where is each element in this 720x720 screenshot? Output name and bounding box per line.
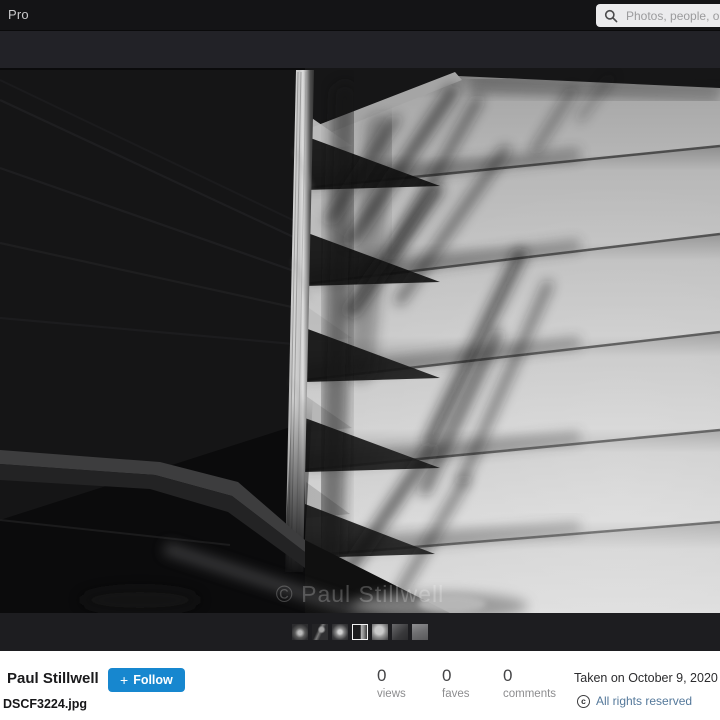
copyright-icon: c — [577, 695, 590, 708]
main-photo[interactable]: © Paul Stillwell — [0, 68, 720, 613]
stat-views: 0 views — [377, 666, 406, 700]
filmstrip-thumbnail-2[interactable] — [312, 624, 328, 640]
views-count: 0 — [377, 666, 406, 686]
pro-badge[interactable]: Pro — [8, 7, 29, 22]
filmstrip-thumbnail-7[interactable] — [412, 624, 428, 640]
follow-button-label: Follow — [133, 673, 173, 687]
search-icon — [604, 9, 618, 23]
filmstrip-thumbnail-4-selected[interactable] — [352, 624, 368, 640]
faves-count: 0 — [442, 666, 470, 686]
flickr-photo-page: { "header": { "brand_label": "Pro", "sea… — [0, 0, 720, 720]
filmstrip-thumbnail-3[interactable] — [332, 624, 348, 640]
stat-faves: 0 faves — [442, 666, 470, 700]
photo-watermark: © Paul Stillwell — [276, 581, 444, 607]
filmstrip-thumbnail-6[interactable] — [392, 624, 408, 640]
filmstrip-thumbnail-1[interactable] — [292, 624, 308, 640]
faves-label: faves — [442, 688, 470, 700]
comments-count: 0 — [503, 666, 556, 686]
comments-label: comments — [503, 688, 556, 700]
owner-name-link[interactable]: Paul Stillwell — [7, 670, 99, 687]
photo-stage-header-band — [0, 31, 720, 68]
top-header-bar: Pro — [0, 0, 720, 31]
photo-filename: DSCF3224.jpg — [3, 697, 87, 711]
search-input[interactable] — [624, 8, 720, 24]
taken-date: Taken on October 9, 2020 — [574, 671, 718, 685]
views-label: views — [377, 688, 406, 700]
license-label: All rights reserved — [596, 694, 692, 708]
photo-rendering: © Paul Stillwell — [0, 68, 720, 613]
follow-button[interactable]: + Follow — [108, 668, 185, 692]
plus-icon: + — [120, 673, 128, 687]
stat-comments: 0 comments — [503, 666, 556, 700]
filmstrip — [0, 613, 720, 651]
license-link[interactable]: c All rights reserved — [577, 694, 692, 708]
photo-info-footer: Paul Stillwell + Follow DSCF3224.jpg 0 v… — [0, 651, 720, 720]
filmstrip-thumbnail-5[interactable] — [372, 624, 388, 640]
search-box[interactable] — [596, 4, 720, 27]
